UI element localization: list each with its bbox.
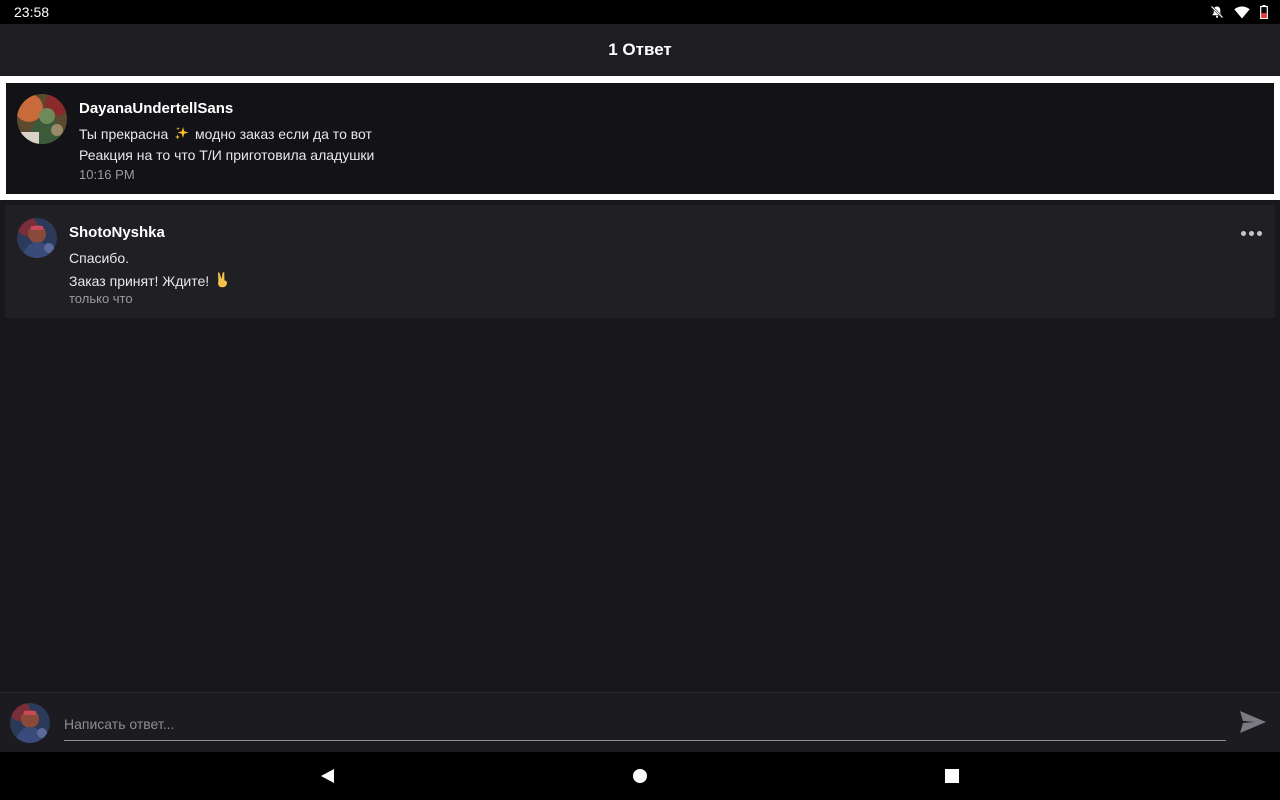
status-time: 23:58 (14, 4, 50, 20)
comment-text-line-1: Ты прекрасна модно заказ если да то вот (79, 126, 372, 144)
comment-timestamp: 10:16 PM (79, 167, 135, 182)
reply-comment[interactable]: ShotoNyshka Спасибо. Заказ принят! Ждите… (5, 205, 1275, 318)
reply-composer (0, 692, 1280, 752)
send-button[interactable] (1238, 707, 1272, 741)
comment-text-part: модно заказ если да то вот (195, 126, 372, 142)
comment-text-part: Ты прекрасна (79, 126, 169, 142)
comment-text-line-2: Заказ принят! Ждите! (69, 271, 231, 291)
avatar[interactable] (17, 94, 67, 144)
parent-comment[interactable]: DayanaUndertellSans Ты прекрасна модно з… (6, 83, 1274, 194)
home-icon[interactable] (630, 766, 650, 786)
send-icon (1238, 711, 1268, 741)
notifications-off-icon (1210, 5, 1224, 19)
battery-low-icon (1260, 5, 1268, 19)
comment-timestamp: только что (69, 291, 133, 306)
comment-text-line-1: Спасибо. (69, 250, 129, 266)
wifi-icon (1234, 6, 1250, 19)
victory-hand-icon (215, 271, 229, 291)
app-bar: 1 Ответ (0, 24, 1280, 76)
system-nav-bar (0, 752, 1280, 800)
reply-input[interactable] (64, 707, 1226, 741)
back-icon[interactable] (318, 766, 338, 786)
status-bar: 23:58 (0, 0, 1280, 24)
comment-author[interactable]: DayanaUndertellSans (79, 100, 233, 117)
sparkles-icon (174, 126, 189, 144)
avatar (10, 703, 50, 743)
comment-text-line-2: Реакция на то что Т/И приготовила аладуш… (79, 147, 375, 163)
more-options-button[interactable] (1237, 223, 1265, 243)
comment-author[interactable]: ShotoNyshka (69, 224, 165, 241)
recents-icon[interactable] (942, 766, 962, 786)
comment-text-part: Заказ принят! Ждите! (69, 273, 210, 289)
page-title: 1 Ответ (608, 40, 672, 59)
status-icons (1210, 5, 1268, 19)
avatar[interactable] (17, 218, 57, 258)
